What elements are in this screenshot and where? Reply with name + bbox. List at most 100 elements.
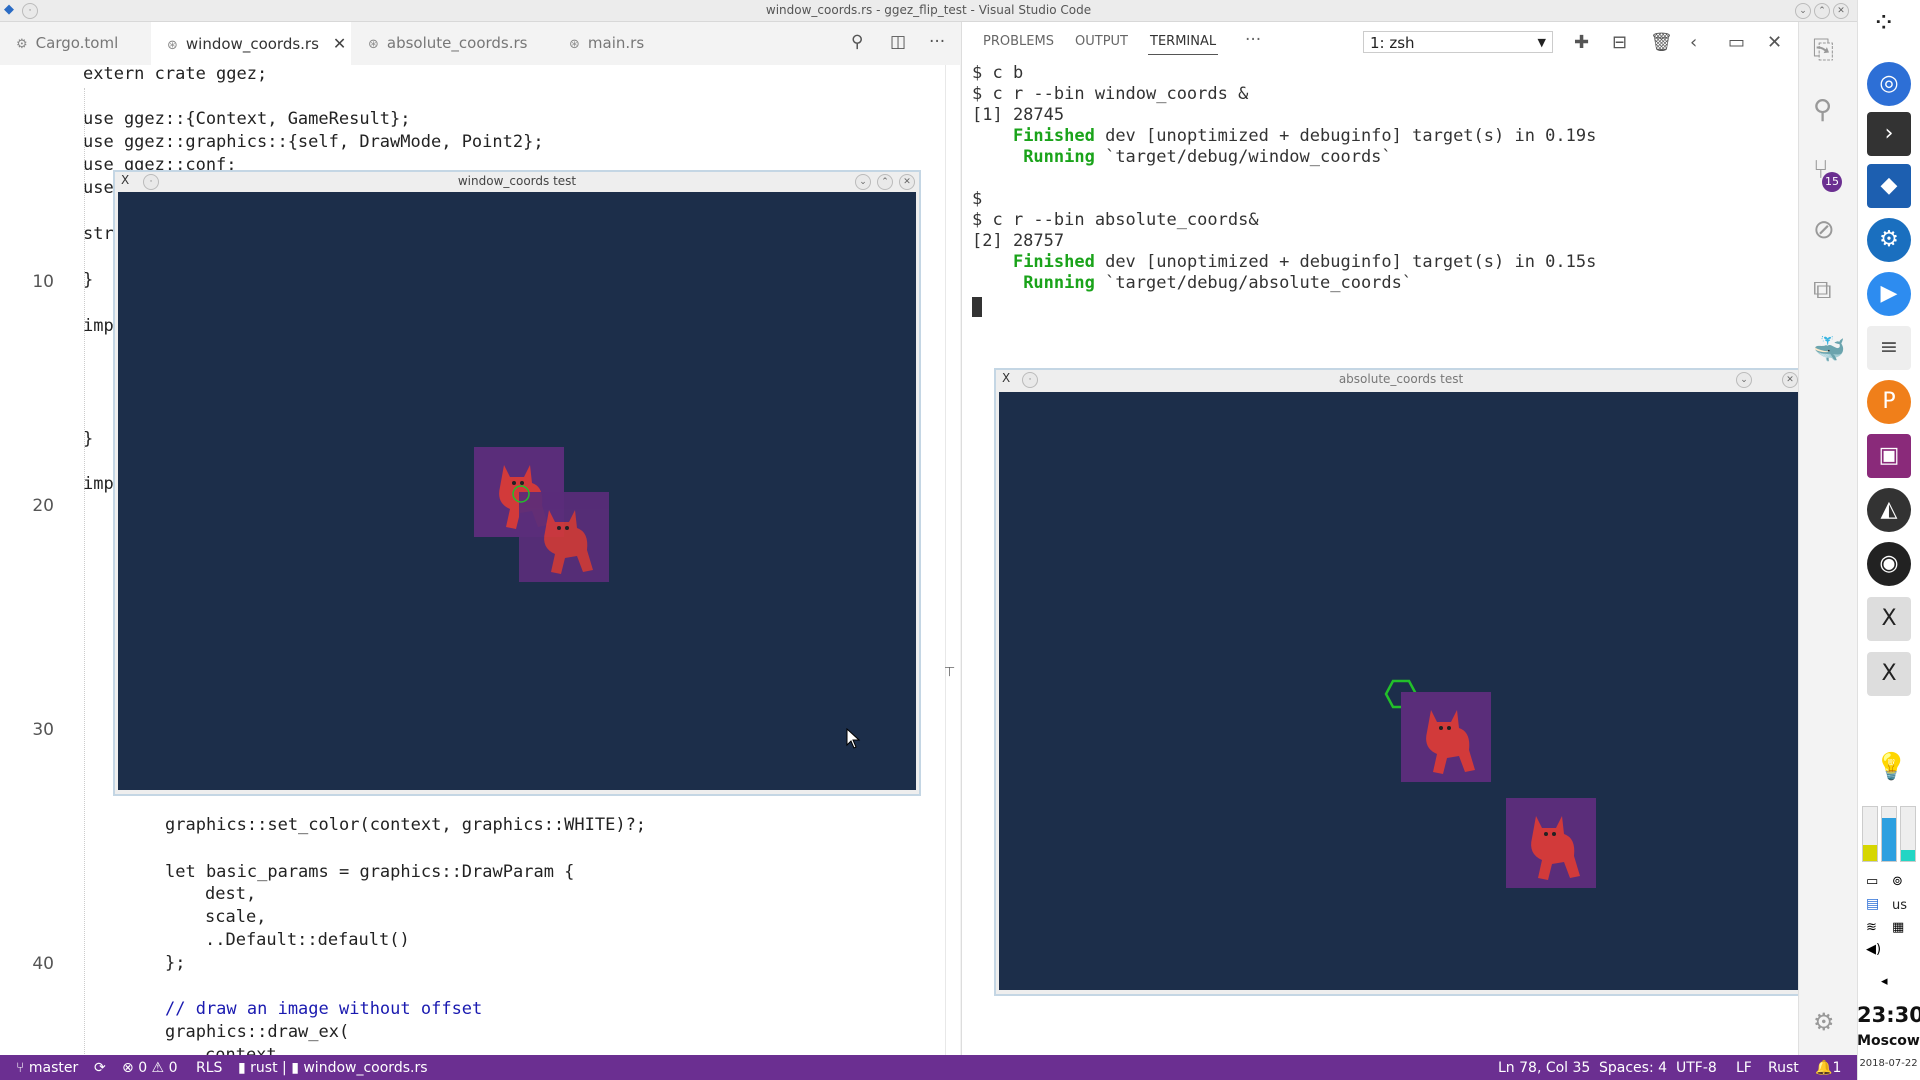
- tab-label: main.rs: [587, 34, 645, 52]
- terminal-icon[interactable]: ›: [1867, 112, 1911, 156]
- close-window-button[interactable]: ✕: [899, 174, 915, 190]
- more-actions-icon[interactable]: ···: [929, 32, 945, 52]
- search-icon[interactable]: ⚲: [1813, 95, 1832, 125]
- minimize-button[interactable]: ⌄: [855, 174, 871, 190]
- new-terminal-icon[interactable]: ✚: [1574, 32, 1589, 53]
- open-changes-icon[interactable]: ⚲: [851, 32, 863, 52]
- window-coords-test-window[interactable]: window_coords test X · ⌄ ⌃ ✕: [113, 170, 921, 796]
- patreon-icon[interactable]: P: [1867, 380, 1911, 424]
- rust-icon: ⊛: [368, 37, 379, 52]
- maximize-button[interactable]: ⌃: [1814, 3, 1830, 19]
- minimize-button[interactable]: ⌄: [1736, 372, 1752, 388]
- close-tab-icon[interactable]: ✕: [333, 34, 346, 53]
- branch-indicator[interactable]: ⑂ master: [16, 1060, 78, 1076]
- window-title: window_coords.rs - ggez_flip_test - Visu…: [765, 3, 1092, 17]
- file-icon: ▮: [291, 1060, 304, 1076]
- x11-icon: X: [121, 173, 130, 187]
- language-mode[interactable]: Rust: [1768, 1060, 1799, 1076]
- problems-indicator[interactable]: ⊗ 0 ⚠ 0: [122, 1060, 177, 1076]
- tab-main[interactable]: ⊛ main.rs: [553, 22, 698, 65]
- vscode-icon[interactable]: ◆: [1867, 164, 1911, 208]
- code-comment: // draw an image without offset: [165, 999, 483, 1019]
- warning-count: 0: [168, 1060, 178, 1076]
- panel-more-icon[interactable]: ···: [1245, 30, 1261, 50]
- cursor-position[interactable]: Ln 78, Col 35: [1498, 1060, 1590, 1076]
- line-ending[interactable]: LF: [1736, 1060, 1752, 1076]
- chevron-left-icon[interactable]: ‹: [1690, 32, 1697, 53]
- x11-icon: X: [1002, 371, 1011, 385]
- x11-app-icon[interactable]: X: [1867, 652, 1911, 696]
- code-line: dest,: [205, 884, 257, 904]
- docker-icon[interactable]: 🐳: [1813, 335, 1845, 365]
- minimize-button[interactable]: ⌄: [1795, 3, 1811, 19]
- keyboard-layout[interactable]: us: [1892, 898, 1907, 913]
- terminal-cursor: [972, 297, 982, 317]
- chromium-icon[interactable]: ◎: [1867, 62, 1911, 106]
- wifi-icon: ≋: [1866, 920, 1877, 935]
- collapse-icon[interactable]: ◂: [1881, 974, 1888, 989]
- close-panel-icon[interactable]: ✕: [1767, 32, 1782, 53]
- code-line: use ggez::{Context, GameResult};: [83, 109, 411, 129]
- current-file: window_coords.rs: [303, 1060, 428, 1076]
- split-editor-icon[interactable]: ◫: [890, 32, 906, 52]
- maximize-panel-icon[interactable]: ▭: [1728, 32, 1745, 53]
- close-window-button[interactable]: ✕: [1833, 3, 1849, 19]
- settings-gear-icon[interactable]: ⚙: [1813, 1008, 1835, 1036]
- x11-app-icon[interactable]: X: [1867, 597, 1911, 641]
- line-number: 40: [32, 954, 54, 974]
- code-line: ..Default::default(): [205, 930, 410, 950]
- steam-icon[interactable]: ⚙: [1867, 218, 1911, 262]
- tab-cargo-toml[interactable]: ⚙ Cargo.toml: [0, 22, 150, 65]
- indentation[interactable]: Spaces: 4: [1599, 1060, 1667, 1076]
- tab-window-coords[interactable]: ⊛ window_coords.rs ✕: [151, 22, 351, 65]
- code-line: scale,: [205, 907, 267, 927]
- explorer-icon[interactable]: ⎘: [1813, 35, 1834, 66]
- battery-icon: ▭: [1866, 874, 1879, 889]
- notifications[interactable]: 🔔1: [1815, 1060, 1841, 1076]
- origin-circle-marker: [512, 485, 530, 503]
- extensions-icon[interactable]: ⧉: [1813, 275, 1832, 306]
- tab-problems[interactable]: PROBLEMS: [983, 34, 1054, 49]
- editor-scrollbar[interactable]: [945, 65, 946, 1055]
- close-window-button[interactable]: ✕: [1782, 372, 1798, 388]
- absolute-coords-test-window[interactable]: absolute_coords test X · ⌄ ✕: [994, 368, 1808, 996]
- finished-word: Finished: [1012, 126, 1095, 146]
- terminal-line: $ c r --bin window_coords &: [972, 84, 1249, 104]
- window-menu-button[interactable]: ·: [1022, 372, 1038, 388]
- obs-icon[interactable]: ◉: [1867, 542, 1911, 586]
- game-canvas[interactable]: [118, 192, 916, 790]
- tab-output[interactable]: OUTPUT: [1075, 34, 1128, 49]
- window-title: absolute_coords test: [1338, 372, 1464, 386]
- rls-indicator[interactable]: RLS: [196, 1060, 222, 1076]
- debug-icon[interactable]: ⊘: [1813, 215, 1835, 245]
- network-icon: ⊚: [1892, 874, 1903, 889]
- window-menu-button[interactable]: ·: [143, 174, 159, 190]
- chat-icon[interactable]: ▤: [1866, 896, 1879, 912]
- sash-handle-icon[interactable]: ⊤: [944, 665, 955, 680]
- rust-toolchain[interactable]: ▮ rust | ▮ window_coords.rs: [238, 1060, 428, 1076]
- sync-icon[interactable]: ⟳: [94, 1060, 106, 1076]
- system-dock: [1857, 0, 1920, 1080]
- inkscape-icon[interactable]: ◭: [1867, 488, 1911, 532]
- text-editor-icon[interactable]: ≡: [1867, 326, 1911, 370]
- video-editor-icon[interactable]: ▣: [1867, 434, 1911, 478]
- terminal-line: $ c b: [972, 63, 1024, 83]
- scm-badge: 15: [1822, 172, 1842, 192]
- split-terminal-icon[interactable]: ⊟: [1612, 32, 1627, 53]
- maximize-button[interactable]: ⌃: [877, 174, 893, 190]
- code-line: let basic_params = graphics::DrawParam {: [165, 862, 575, 882]
- launcher-icon[interactable]: ⁘: [1872, 6, 1895, 39]
- window-titlebar: ◆ · window_coords.rs - ggez_flip_test - …: [0, 0, 1857, 22]
- terminal-line: Running `target/debug/absolute_coords`: [1023, 273, 1413, 293]
- trash-icon[interactable]: 🗑: [1650, 32, 1673, 53]
- game-canvas[interactable]: [999, 392, 1801, 990]
- code-line: graphics::set_color(context, graphics::W…: [165, 815, 647, 835]
- tab-terminal[interactable]: TERMINAL: [1150, 34, 1216, 49]
- tab-absolute-coords[interactable]: ⊛ absolute_coords.rs: [352, 22, 552, 65]
- zoom-icon[interactable]: ▶: [1867, 272, 1911, 316]
- terminal-select[interactable]: 1: zsh ▼: [1363, 31, 1553, 53]
- volume-icon[interactable]: ◀): [1866, 942, 1881, 957]
- encoding[interactable]: UTF-8: [1676, 1060, 1717, 1076]
- lightbulb-icon[interactable]: 💡: [1875, 752, 1907, 782]
- clipboard-icon[interactable]: ▦: [1892, 920, 1904, 935]
